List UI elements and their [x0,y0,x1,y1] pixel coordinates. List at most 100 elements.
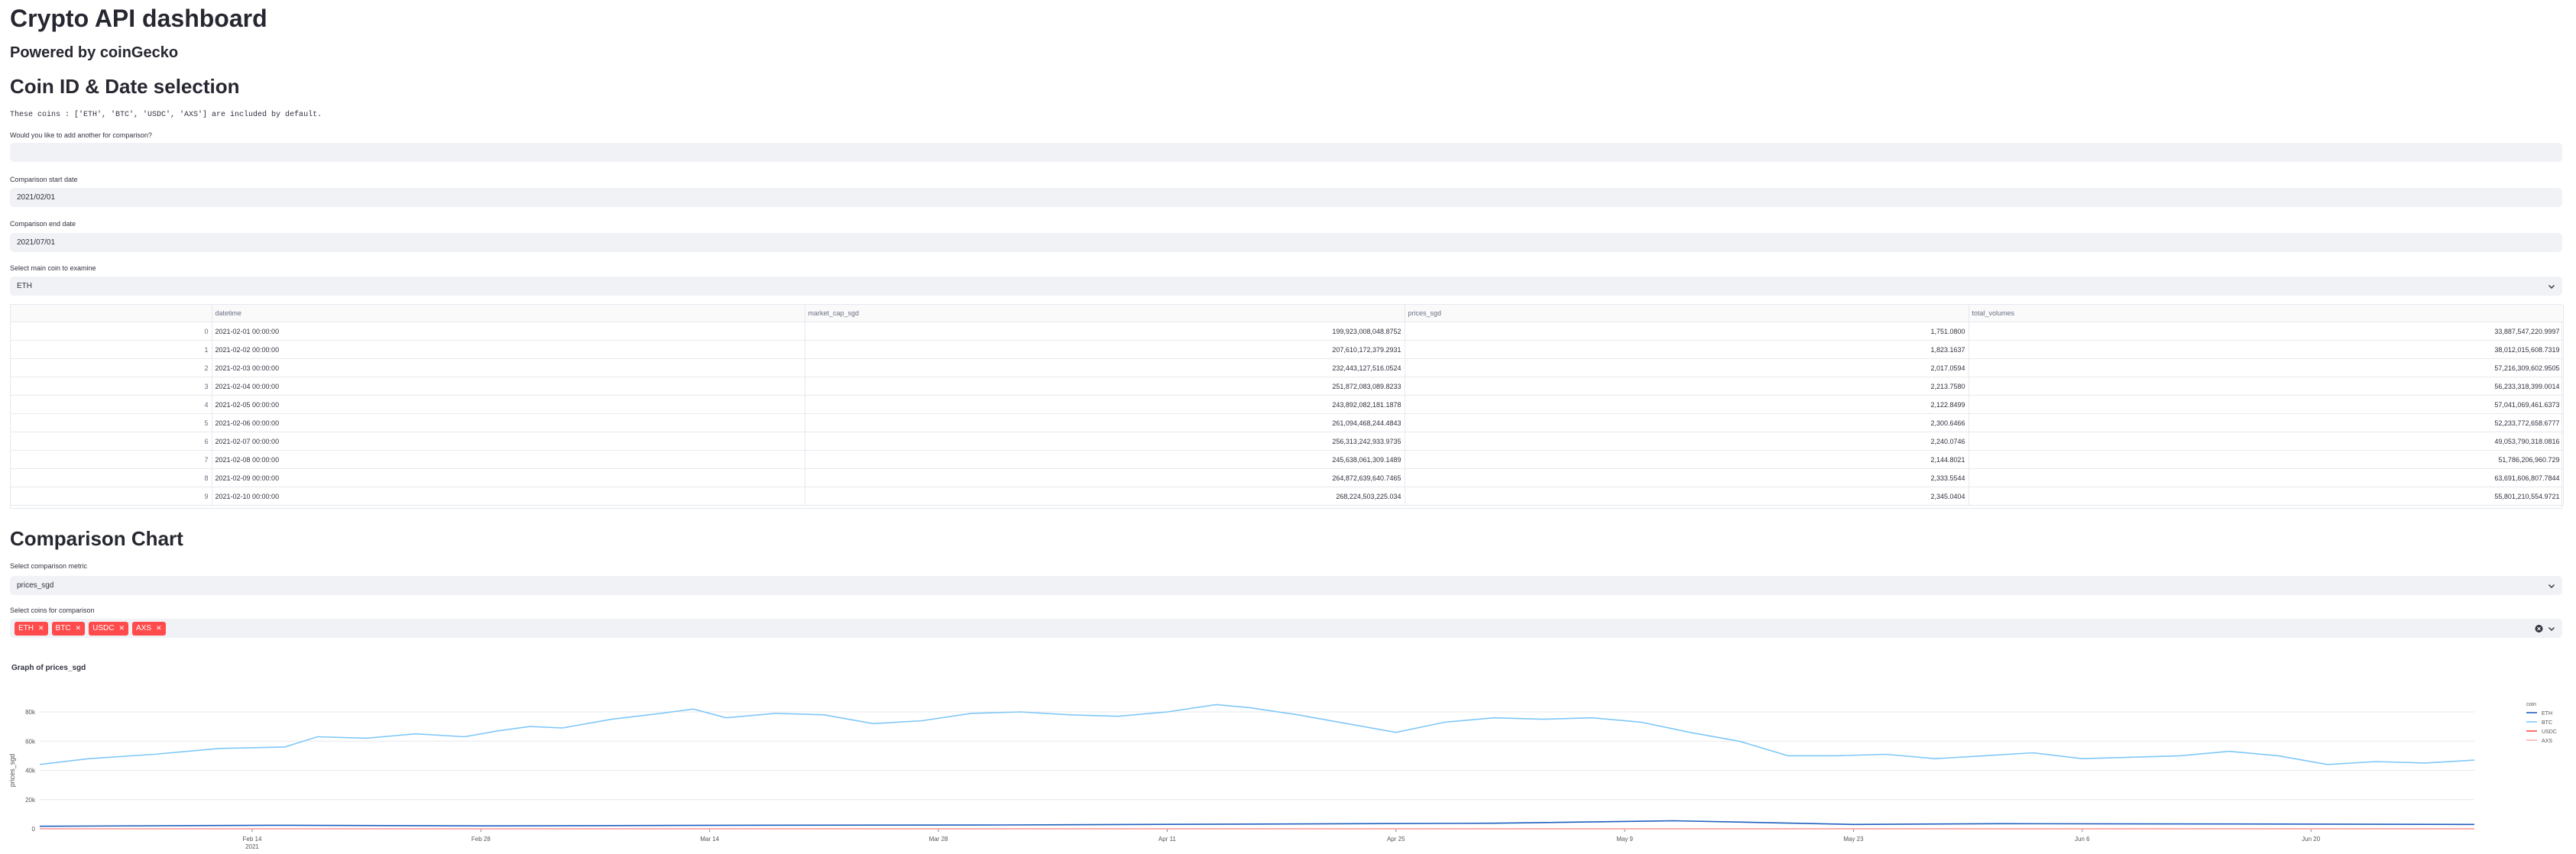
table-row[interactable]: 7 2021-02-08 00:00:00 245,638,061,309.1489… [11,450,2564,469]
row-index-cell: 6 [11,432,212,451]
row-index-cell: 3 [11,377,212,396]
datetime-cell: 2021-02-02 00:00:00 [212,340,805,359]
x-tick-label: Jun 20 [2302,836,2321,843]
end-date-input[interactable]: 2021/07/01 [10,233,2562,252]
coin-tag[interactable]: ETH ✕ [15,621,48,636]
section-heading-comparison: Comparison Chart [10,527,183,550]
datetime-cell: 2021-02-08 00:00:00 [212,450,805,469]
datetime-cell: 2021-02-07 00:00:00 [212,432,805,451]
add-coin-input[interactable] [10,143,2562,162]
coin-tag[interactable]: AXS ✕ [131,621,166,636]
column-header-total-volumes[interactable]: total_volumes [1968,305,2564,322]
y-axis-label: prices_sgd [8,754,16,788]
chevron-down-icon[interactable] [2548,625,2555,632]
coin-data-table[interactable]: datetime market_cap_sgd prices_sgd total… [10,304,2564,509]
market-cap-cell: 268,224,503,225.034 [805,487,1405,506]
row-index-cell: 1 [11,340,212,359]
datetime-cell: 2021-02-04 00:00:00 [212,377,805,396]
price-cell: 1,823.1637 [1405,340,1969,359]
total-volume-cell: 57,041,069,461.6373 [1968,395,2564,414]
table-row[interactable]: 8 2021-02-09 00:00:00 264,872,639,640.7465… [11,468,2564,487]
y-tick-label: 20k [25,797,36,804]
price-cell: 2,240.0746 [1405,432,1969,451]
table-row[interactable]: 3 2021-02-04 00:00:00 251,872,083,089.8233… [11,377,2564,396]
x-tick-year-label: 2021 [245,843,259,850]
datetime-cell: 2021-02-10 00:00:00 [212,487,805,506]
datetime-cell: 2021-02-03 00:00:00 [212,358,805,377]
total-volume-cell: 38,012,015,608.7319 [1968,340,2564,359]
datetime-cell: 2021-02-09 00:00:00 [212,468,805,487]
main-coin-select[interactable]: ETH [10,277,2562,296]
price-comparison-chart[interactable]: 0 20k 40k 60k 80k Feb 142021 Feb 28 Mar 14 Mar 2… [0,687,2576,854]
datetime-cell: 2021-02-01 00:00:00 [212,322,805,341]
add-coin-label: Would you like to add another for compar… [10,131,152,139]
start-date-input[interactable]: 2021/02/01 [10,188,2562,207]
column-header-datetime[interactable]: datetime [212,305,805,322]
market-cap-cell: 264,872,639,640.7465 [805,468,1405,487]
row-index-cell: 4 [11,395,212,414]
x-tick-label: Apr 11 [1158,836,1177,843]
table-row[interactable]: 2 2021-02-03 00:00:00 232,443,127,516.0524… [11,358,2564,377]
close-icon[interactable]: ✕ [118,624,125,632]
market-cap-cell: 243,892,082,181.1878 [805,395,1405,414]
market-cap-cell: 261,094,468,244.4843 [805,413,1405,432]
row-index-cell: 9 [11,487,212,506]
main-coin-select-value: ETH [17,282,32,290]
default-coins-note: These coins : ['ETH', 'BTC', 'USDC', 'AX… [10,111,322,119]
coin-tag-label: USDC [92,624,115,632]
table-row[interactable]: 0 2021-02-01 00:00:00 199,923,008,048.8752… [11,322,2564,341]
market-cap-cell: 256,313,242,933.9735 [805,432,1405,451]
series-line-btc [39,704,2475,765]
table-row[interactable]: 1 2021-02-02 00:00:00 207,610,172,379.2931… [11,340,2564,359]
close-icon[interactable]: ✕ [76,624,82,632]
datetime-cell: 2021-02-06 00:00:00 [212,413,805,432]
table-row[interactable]: 6 2021-02-07 00:00:00 256,313,242,933.9735… [11,432,2564,451]
legend-label: AXS [2542,739,2552,744]
legend-label: USDC [2542,729,2557,735]
y-tick-label: 80k [25,709,36,716]
coin-tag[interactable]: BTC ✕ [51,621,86,636]
y-tick-label: 60k [25,738,36,745]
legend-title: coin [2526,702,2536,707]
chevron-down-icon[interactable] [2548,283,2555,290]
x-tick-label: May 9 [1616,836,1633,843]
x-tick-label: Jun 6 [2075,836,2090,843]
table-row[interactable]: 9 2021-02-10 00:00:00 268,224,503,225.034 2… [11,487,2564,506]
x-tick-label: Feb 14 [243,836,262,843]
column-header-index[interactable] [11,305,212,322]
datetime-cell: 2021-02-05 00:00:00 [212,395,805,414]
row-index-cell: 7 [11,450,212,469]
total-volume-cell: 49,053,790,318.0816 [1968,432,2564,451]
coin-tag-label: BTC [55,624,71,632]
market-cap-cell: 199,923,008,048.8752 [805,322,1405,341]
coin-tag[interactable]: USDC ✕ [89,621,128,636]
coins-label: Select coins for comparison [10,607,95,614]
x-tick-label: Apr 25 [1387,836,1405,843]
app-subtitle: Powered by coinGecko [10,44,179,61]
table-row[interactable]: 4 2021-02-05 00:00:00 243,892,082,181.1878… [11,395,2564,414]
section-heading-selection: Coin ID & Date selection [10,75,240,98]
chevron-down-icon[interactable] [2548,582,2555,590]
row-index-cell: 0 [11,322,212,341]
price-cell: 2,017.0594 [1405,358,1969,377]
coins-multiselect[interactable]: ETH ✕ BTC ✕ USDC ✕ AXS ✕ [10,619,2562,638]
main-coin-label: Select main coin to examine [10,264,96,272]
price-cell: 2,345.0404 [1405,487,1969,506]
y-tick-label: 0 [32,826,36,833]
row-index-cell: 2 [11,358,212,377]
close-icon[interactable]: ✕ [38,624,44,632]
column-header-market-cap[interactable]: market_cap_sgd [805,305,1405,322]
metric-select[interactable]: prices_sgd [10,576,2562,595]
price-cell: 2,122.8499 [1405,395,1969,414]
clear-icon[interactable] [2535,624,2543,632]
total-volume-cell: 63,691,606,807.7844 [1968,468,2564,487]
metric-label: Select comparison metric [10,562,88,570]
table-row[interactable]: 5 2021-02-06 00:00:00 261,094,468,244.4843… [11,413,2564,432]
legend-label: ETH [2542,711,2552,717]
close-icon[interactable]: ✕ [156,624,162,632]
total-volume-cell: 51,786,206,960.729 [1968,450,2564,469]
column-header-prices[interactable]: prices_sgd [1405,305,1969,322]
row-index-cell: 5 [11,413,212,432]
total-volume-cell: 56,233,318,399.0014 [1968,377,2564,396]
total-volume-cell: 55,801,210,554.9721 [1968,487,2564,506]
